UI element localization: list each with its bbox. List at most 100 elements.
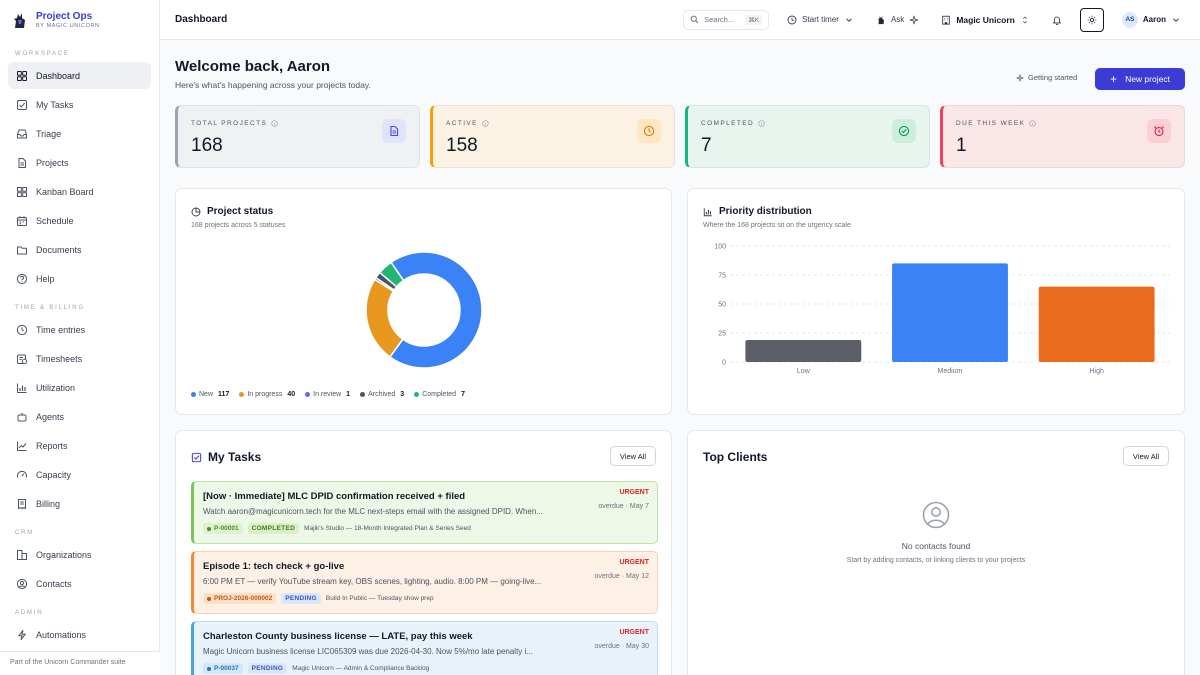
user-name: Aaron — [1142, 15, 1166, 24]
task-title: Charleston County business license — LAT… — [203, 631, 473, 642]
getting-started-link[interactable]: Getting started — [1016, 73, 1077, 82]
sidebar-item-documents[interactable]: Documents — [8, 236, 151, 263]
sidebar-item-dashboard[interactable]: Dashboard — [8, 62, 151, 89]
task-item[interactable]: Charleston County business license — LAT… — [191, 621, 658, 675]
stat-card-due-this-week[interactable]: DUE THIS WEEK 1 — [940, 105, 1185, 168]
topbar: Dashboard Search... ⌘K Start timer Ask M… — [160, 0, 1200, 40]
legend-item: Completed 7 — [414, 391, 465, 398]
search-placeholder: Search... — [704, 15, 735, 24]
brand[interactable]: Project Ops BY MAGIC UNICORN — [0, 0, 159, 40]
stat-label: TOTAL PROJECTS — [191, 120, 278, 127]
task-meta: P-00037 PENDING Magic Unicorn — Admin & Co… — [203, 663, 429, 674]
task-due: overdue · May 7 — [598, 503, 649, 510]
welcome-subtitle: Here's what's happening across your proj… — [175, 80, 371, 90]
contact-icon — [16, 578, 28, 589]
task-id: P-00001 — [214, 525, 239, 532]
task-meta: P-00001 COMPLETED Majik's Studio — 18-Mont… — [203, 523, 471, 534]
search-input[interactable]: Search... ⌘K — [683, 9, 770, 30]
sidebar-item-triage[interactable]: Triage — [8, 120, 151, 147]
sidebar-item-label: Timesheets — [36, 353, 83, 364]
sidebar-item-kanban-board[interactable]: Kanban Board — [8, 178, 151, 205]
nav-section-title: CRM — [15, 530, 35, 536]
y-tick-label: 25 — [718, 331, 726, 338]
task-status-badge: PENDING — [281, 593, 321, 604]
start-timer-button[interactable]: Start timer — [783, 10, 858, 30]
empty-state-subtitle: Start by adding contacts, or linking cli… — [846, 557, 1026, 564]
legend-count: 117 — [218, 391, 230, 398]
sidebar-nav: WORKSPACE Dashboard My Tasks Triage Projects… — [0, 40, 159, 648]
info-icon — [1029, 120, 1037, 127]
donut-legend: New 117 In progress 40 In review 1 Archived 3 Co… — [191, 391, 465, 398]
sidebar-item-billing[interactable]: Billing — [8, 490, 151, 517]
sidebar-item-label: Agents — [36, 411, 65, 422]
sidebar-item-projects[interactable]: Projects — [8, 149, 151, 176]
stat-value: 168 — [191, 135, 223, 156]
project-status-card: Project status 168 projects across 5 sta… — [175, 188, 672, 415]
stat-card-total-projects[interactable]: TOTAL PROJECTS 168 — [175, 105, 420, 168]
legend-count: 1 — [346, 391, 351, 398]
building-icon — [942, 15, 951, 25]
sidebar-item-timesheets[interactable]: Timesheets — [8, 345, 151, 372]
document-icon — [390, 125, 399, 137]
sidebar-item-automations[interactable]: Automations — [8, 621, 151, 648]
clients-view-all-button[interactable]: View All — [1123, 446, 1169, 466]
donut-slice-new[interactable] — [388, 251, 483, 369]
x-tick-label: Low — [797, 368, 811, 375]
bar-chart: 100 75 50 25 0 Low Medium High — [714, 244, 1170, 375]
sidebar-item-my-tasks[interactable]: My Tasks — [8, 91, 151, 118]
chevron-down-icon — [1173, 17, 1179, 22]
stat-value: 158 — [446, 135, 478, 156]
sidebar-item-reports[interactable]: Reports — [8, 432, 151, 459]
x-tick-label: High — [1089, 368, 1104, 375]
sidebar-item-label: Billing — [36, 498, 61, 509]
stat-card-completed[interactable]: COMPLETED 7 — [685, 105, 930, 168]
file-icon — [18, 157, 26, 168]
sparkle-icon — [910, 15, 919, 24]
task-title: Episode 1: tech check + go-live — [203, 561, 345, 572]
ask-button[interactable]: Ask — [872, 10, 923, 30]
legend-dot — [239, 392, 245, 397]
new-project-button[interactable]: + New project — [1095, 68, 1185, 90]
task-item[interactable]: Episode 1: tech check + go-live 6:00 PM E… — [191, 551, 658, 614]
theme-toggle-button[interactable] — [1079, 7, 1104, 32]
inbox-icon — [17, 129, 27, 138]
sidebar-item-contacts[interactable]: Contacts — [8, 570, 151, 597]
org-name: Magic Unicorn — [956, 14, 1015, 25]
donut-slice-in-progress[interactable] — [365, 278, 404, 358]
sidebar-item-organizations[interactable]: Organizations — [8, 541, 151, 568]
empty-state-title: No contacts found — [901, 541, 971, 551]
notifications-button[interactable] — [1048, 10, 1066, 30]
dot-icon — [207, 526, 211, 531]
sidebar-item-help[interactable]: Help — [8, 265, 151, 292]
donut-chart — [365, 251, 483, 369]
stat-icon-badge — [892, 119, 916, 143]
legend-item: Archived 3 — [360, 391, 404, 398]
stat-label-text: COMPLETED — [701, 120, 755, 127]
sidebar-item-label: Triage — [36, 128, 62, 139]
task-item[interactable]: [Now · Immediate] MLC DPID confirmation … — [191, 481, 658, 544]
sidebar-item-label: Help — [36, 273, 55, 284]
sidebar-item-utilization[interactable]: Utilization — [8, 374, 151, 401]
bar-chart-icon — [17, 383, 27, 393]
help-icon — [16, 273, 28, 284]
my-tasks-title: My Tasks — [208, 450, 262, 464]
sidebar-item-schedule[interactable]: Schedule — [8, 207, 151, 234]
bar-low[interactable] — [745, 339, 862, 362]
org-switcher[interactable]: Magic Unicorn — [937, 10, 1034, 30]
grid-icon — [17, 70, 27, 81]
sidebar-item-agents[interactable]: Agents — [8, 403, 151, 430]
sidebar-item-capacity[interactable]: Capacity — [8, 461, 151, 488]
task-due: overdue · May 12 — [594, 573, 649, 580]
bar-high[interactable] — [1038, 286, 1155, 362]
tasks-view-all-button[interactable]: View All — [610, 446, 656, 466]
y-tick-label: 100 — [714, 244, 726, 251]
stat-icon-badge — [637, 119, 661, 143]
stat-card-active[interactable]: ACTIVE 158 — [430, 105, 675, 168]
stat-value: 1 — [956, 135, 967, 156]
bar-medium[interactable] — [892, 263, 1008, 362]
info-icon — [271, 120, 278, 127]
user-menu[interactable]: AS Aaron — [1118, 10, 1185, 30]
legend-label: Archived — [368, 391, 396, 398]
task-description: Magic Unicorn business license LIC065309… — [203, 647, 533, 656]
sidebar-item-time-entries[interactable]: Time entries — [8, 316, 151, 343]
